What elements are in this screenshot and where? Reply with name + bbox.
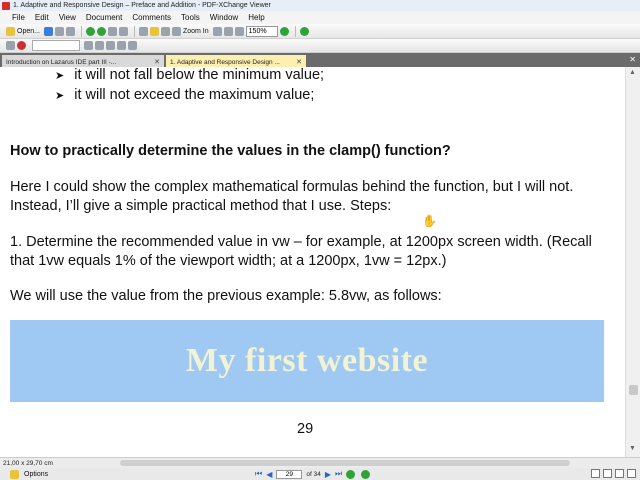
folder-icon [6,26,15,36]
options-label: Options [24,470,49,478]
actual-size-icon[interactable] [212,26,222,36]
paragraph: 1. Determine the recommended value in vw… [10,234,592,269]
print-icon[interactable] [54,26,64,36]
close-icon[interactable]: ✕ [154,58,160,66]
typewriter-icon[interactable] [84,41,93,50]
window-title: 1. Adaptive and Responsive Design – Pref… [13,2,271,9]
bullet-item: ➤ it will not exceed the maximum value; [55,87,314,103]
secondary-toolbar [0,39,640,53]
scroll-up-icon[interactable]: ▲ [629,69,636,76]
menu-help[interactable]: Help [248,13,264,22]
magnifier-icon [171,26,181,36]
note-icon[interactable] [95,41,104,50]
single-page-icon[interactable] [591,469,600,478]
select-text-icon[interactable] [149,26,159,36]
section-heading: How to practically determine the values … [10,143,451,159]
bullet-text: it will not fall below the minimum value… [74,67,325,83]
last-page-icon[interactable]: ⏭ [335,469,342,479]
menu-file[interactable]: File [12,13,25,22]
total-pages-label: of 34 [306,470,321,478]
page-navigation: ⏮ ◀ 29 of 34 ▶ ⏭ [255,469,372,479]
open-button-label: Open... [17,27,40,35]
menu-bar: File Edit View Document Comments Tools W… [0,11,640,24]
zoom-out-minus-icon[interactable] [299,26,309,36]
menu-tools[interactable]: Tools [181,13,200,22]
menu-window[interactable]: Window [210,13,238,22]
open-button[interactable]: Open... [6,25,40,37]
menu-view[interactable]: View [59,13,76,22]
paragraph: Here I could show the complex mathematic… [10,179,574,214]
menu-edit[interactable]: Edit [35,13,49,22]
arrow-bullet-icon: ➤ [55,89,65,102]
fit-page-icon[interactable] [223,26,233,36]
toolbar-separator [294,25,296,37]
continuous-icon[interactable] [603,469,612,478]
menu-document[interactable]: Document [86,13,122,22]
back-icon[interactable] [85,26,95,36]
current-page-input[interactable]: 29 [276,469,303,479]
page-layout-icons [591,469,636,478]
tab-label: Introduction on Lazarus IDE part III -..… [6,58,117,66]
tab-label: 1. Adaptive and Responsive Design ... [170,58,280,66]
banner-text: My first website [185,342,429,379]
horizontal-scrollbar[interactable]: 21,00 x 29,70 cm [0,457,640,468]
bullet-text: it will not exceed the maximum value; [74,87,315,103]
facing-icon[interactable] [615,469,624,478]
document-tab-bar: Introduction on Lazarus IDE part III -..… [0,53,640,67]
options-button[interactable]: Options [0,469,49,479]
options-icon [10,469,19,479]
app-icon [2,1,10,10]
redo-icon[interactable] [118,26,128,36]
highlight-icon[interactable] [128,41,137,50]
tab-adaptive-responsive[interactable]: 1. Adaptive and Responsive Design ... ✕ [166,55,306,67]
pdf-viewer-window: 1. Adaptive and Responsive Design – Pref… [0,0,640,480]
continuous-facing-icon[interactable] [627,469,636,478]
scroll-down-icon[interactable]: ▼ [629,445,636,452]
vertical-scrollbar[interactable]: ▲ ▼ [625,67,640,457]
go-forward-icon[interactable] [361,469,371,479]
pdf-page: ➤ it will not fall below the minimum val… [0,67,625,457]
search-input[interactable] [32,40,80,51]
undo-icon[interactable] [107,26,117,36]
first-page-icon[interactable]: ⏮ [255,469,262,479]
zoom-in-button[interactable]: Zoom In [171,25,209,37]
snapshot-icon[interactable] [160,26,170,36]
page-size-readout: 21,00 x 29,70 cm [3,459,53,467]
forward-icon[interactable] [96,26,106,36]
zoom-in-plus-icon[interactable] [279,26,289,36]
email-icon[interactable] [65,26,75,36]
close-all-tabs-icon[interactable]: ✕ [629,55,636,64]
website-banner-image: My first website [10,320,604,402]
arrow-bullet-icon: ➤ [55,69,65,82]
close-icon[interactable]: ✕ [296,58,302,66]
main-toolbar: Open... Zoom In 150% [0,24,640,39]
zoom-level-input[interactable]: 150% [245,25,278,37]
go-back-icon[interactable] [346,469,356,479]
page-number: 29 [297,421,314,437]
menu-comments[interactable]: Comments [132,13,171,22]
toolbar-separator [133,25,135,37]
paragraph: We will use the value from the previous … [10,288,442,304]
zoom-in-label: Zoom In [182,27,209,35]
document-viewport[interactable]: ➤ it will not fall below the minimum val… [0,67,625,457]
save-icon[interactable] [43,26,53,36]
title-bar: 1. Adaptive and Responsive Design – Pref… [0,0,640,11]
previous-page-icon[interactable]: ◀ [266,470,272,479]
scrollbar-track[interactable] [120,460,570,466]
status-bar: Options ⏮ ◀ 29 of 34 ▶ ⏭ [0,468,640,480]
scrollbar-thumb[interactable] [629,385,638,395]
tab-lazarus-ide[interactable]: Introduction on Lazarus IDE part III -..… [2,55,164,67]
hand-tool-icon[interactable] [138,26,148,36]
bullet-item: ➤ it will not fall below the minimum val… [55,67,324,83]
stamp-icon[interactable] [17,41,26,50]
next-page-icon[interactable]: ▶ [325,470,331,479]
toolbar-separator [80,25,82,37]
hand-cursor-icon: ✋ [422,214,437,228]
fit-width-icon[interactable] [234,26,244,36]
text-box-icon[interactable] [106,41,115,50]
callout-icon[interactable] [117,41,126,50]
comment-icon[interactable] [6,41,15,50]
